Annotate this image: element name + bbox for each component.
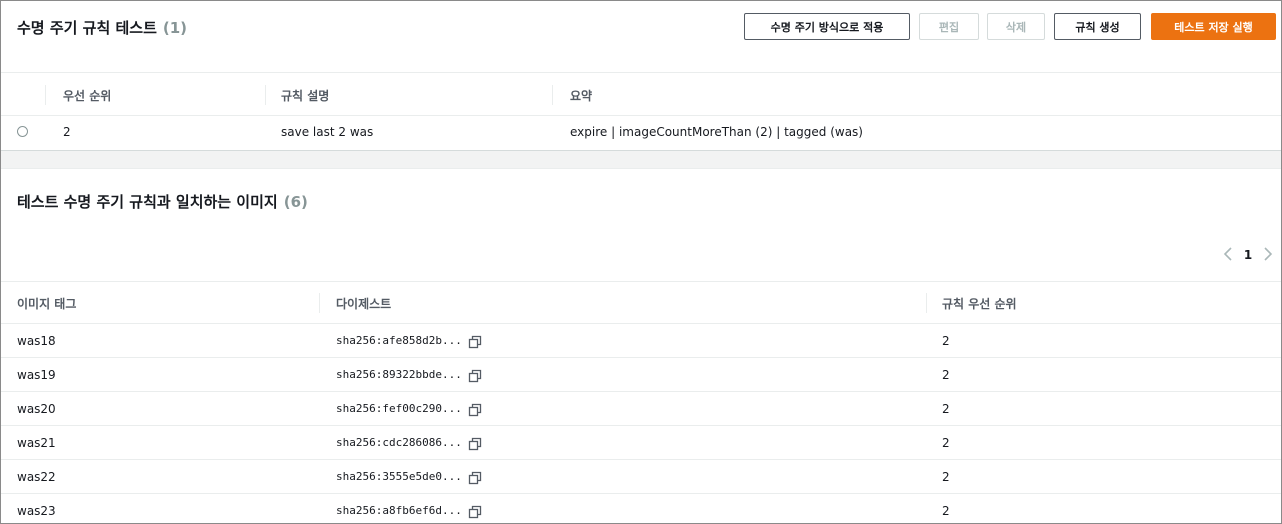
images-count: (6): [283, 193, 308, 211]
create-rule-button[interactable]: 규칙 생성: [1054, 13, 1141, 40]
table-row: was19 sha256:89322bbde... 2: [1, 358, 1281, 392]
column-header-digest[interactable]: 다이제스트: [336, 295, 391, 312]
copy-icon[interactable]: [468, 504, 482, 519]
digest-cell: sha256:a8fb6ef6d...: [336, 504, 462, 517]
rule-priority-cell: 2: [942, 470, 950, 484]
column-divider: [552, 85, 553, 105]
page-title: 수명 주기 규칙 테스트 (1): [17, 17, 187, 38]
rules-test-panel: 수명 주기 규칙 테스트 (1) 수명 주기 방식으로 적용 편집 삭제 규칙 생…: [1, 1, 1281, 151]
rules-panel-header: 수명 주기 규칙 테스트 (1) 수명 주기 방식으로 적용 편집 삭제 규칙 생…: [1, 1, 1281, 73]
delete-button[interactable]: 삭제: [987, 13, 1045, 40]
rule-summary-cell: expire | imageCountMoreThan (2) | tagged…: [570, 125, 863, 139]
images-title-text: 테스트 수명 주기 규칙과 일치하는 이미지: [17, 193, 278, 211]
digest-cell: sha256:cdc286086...: [336, 436, 462, 449]
rule-priority-cell: 2: [63, 125, 71, 139]
chevron-right-icon[interactable]: [1255, 246, 1281, 265]
image-tag-cell: was19: [17, 368, 56, 382]
apply-lifecycle-button[interactable]: 수명 주기 방식으로 적용: [744, 13, 910, 40]
column-divider: [45, 85, 46, 105]
table-row: was21 sha256:cdc286086... 2: [1, 426, 1281, 460]
rules-table-header: 우선 순위 규칙 설명 요약: [1, 74, 1281, 116]
rule-priority-cell: 2: [942, 504, 950, 518]
edit-button[interactable]: 편집: [919, 13, 979, 40]
digest-cell: sha256:fef00c290...: [336, 402, 462, 415]
matching-images-panel: 테스트 수명 주기 규칙과 일치하는 이미지 (6) 1 이미지 태그 다이제스트…: [1, 169, 1281, 523]
image-tag-cell: was20: [17, 402, 56, 416]
copy-icon[interactable]: [468, 470, 482, 485]
rules-title-text: 수명 주기 규칙 테스트: [17, 19, 157, 37]
rule-priority-cell: 2: [942, 368, 950, 382]
column-divider: [926, 293, 927, 313]
table-row: was18 sha256:afe858d2b... 2: [1, 324, 1281, 358]
digest-cell: sha256:89322bbde...: [336, 368, 462, 381]
column-header-rule-priority[interactable]: 규칙 우선 순위: [942, 295, 1017, 312]
chevron-left-icon[interactable]: [1215, 246, 1241, 265]
column-header-tag[interactable]: 이미지 태그: [17, 295, 76, 312]
copy-icon[interactable]: [468, 334, 482, 349]
page-number[interactable]: 1: [1241, 248, 1255, 262]
rule-priority-cell: 2: [942, 436, 950, 450]
table-row[interactable]: 2 save last 2 was expire | imageCountMor…: [1, 116, 1281, 150]
rule-priority-cell: 2: [942, 402, 950, 416]
column-header-description[interactable]: 규칙 설명: [281, 87, 329, 104]
rules-count: (1): [162, 19, 188, 37]
rule-priority-cell: 2: [942, 334, 950, 348]
table-row: was20 sha256:fef00c290... 2: [1, 392, 1281, 426]
image-tag-cell: was21: [17, 436, 56, 450]
column-divider: [319, 293, 320, 313]
app-frame: 수명 주기 규칙 테스트 (1) 수명 주기 방식으로 적용 편집 삭제 규칙 생…: [0, 0, 1282, 524]
copy-icon[interactable]: [468, 368, 482, 383]
table-row: was22 sha256:3555e5de0... 2: [1, 460, 1281, 494]
image-tag-cell: was22: [17, 470, 56, 484]
copy-icon[interactable]: [468, 436, 482, 451]
column-divider: [265, 85, 266, 105]
images-table-header: 이미지 태그 다이제스트 규칙 우선 순위: [1, 281, 1281, 324]
rule-description-cell: save last 2 was: [281, 125, 374, 139]
pagination: 1: [1215, 245, 1281, 265]
panel-divider: [1, 150, 1281, 169]
digest-cell: sha256:afe858d2b...: [336, 334, 462, 347]
table-row: was23 sha256:a8fb6ef6d... 2: [1, 494, 1281, 523]
image-tag-cell: was23: [17, 504, 56, 518]
column-header-priority[interactable]: 우선 순위: [63, 87, 111, 104]
copy-icon[interactable]: [468, 402, 482, 417]
section-title: 테스트 수명 주기 규칙과 일치하는 이미지 (6): [17, 191, 308, 212]
save-run-test-button[interactable]: 테스트 저장 실행: [1151, 13, 1276, 40]
image-tag-cell: was18: [17, 334, 56, 348]
column-header-summary[interactable]: 요약: [570, 87, 592, 104]
digest-cell: sha256:3555e5de0...: [336, 470, 462, 483]
